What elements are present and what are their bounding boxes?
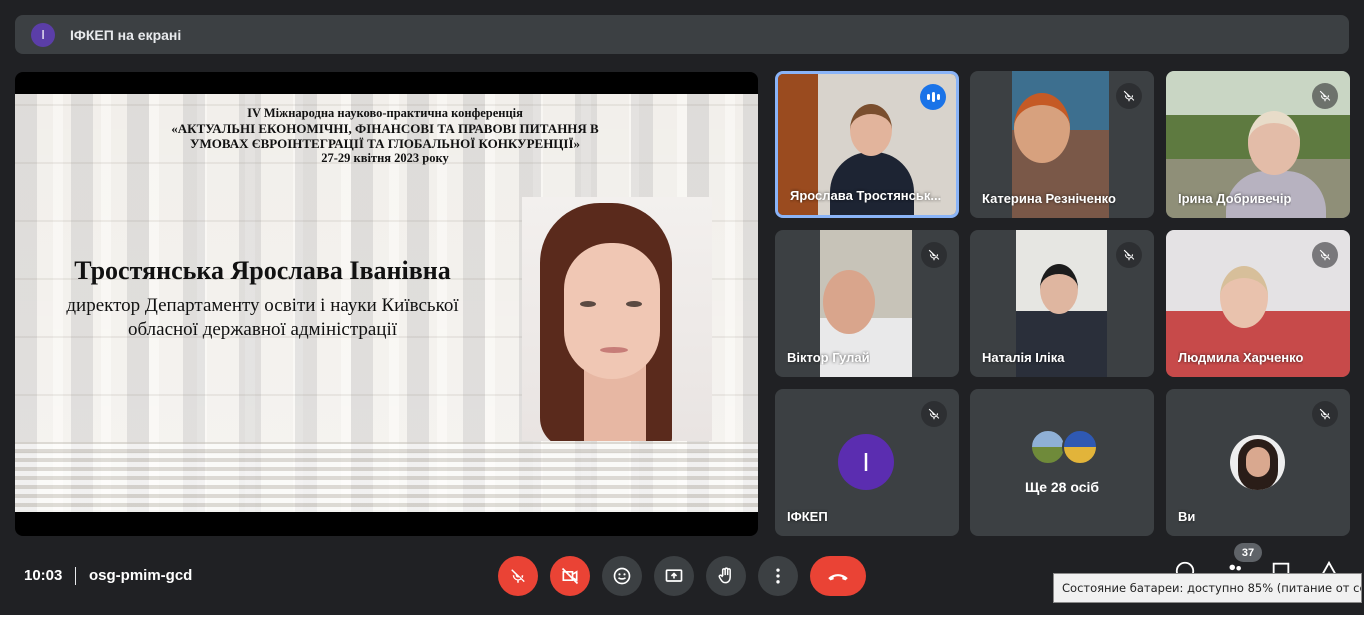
speaker-photo bbox=[522, 197, 712, 441]
participant-avatar: І bbox=[838, 434, 894, 490]
meeting-code: osg-pmim-gcd bbox=[89, 567, 193, 584]
speaker-position-line-1: директор Департаменту освіти і науки Киї… bbox=[66, 295, 459, 316]
camera-toggle-button[interactable] bbox=[550, 556, 590, 596]
mic-off-icon bbox=[1312, 83, 1338, 109]
camera-off-icon bbox=[561, 567, 579, 585]
conference-line-2: «АКТУАЛЬНІ ЕКОНОМІЧНІ, ФІНАНСОВІ ТА ПРАВ… bbox=[171, 121, 599, 136]
speaker-position-line-2: обласної державної адміністрації bbox=[127, 319, 398, 340]
speaking-indicator-icon bbox=[920, 84, 946, 110]
clock: 10:03 bbox=[24, 567, 63, 584]
participant-name: Наталія Іліка bbox=[982, 350, 1065, 365]
participant-tile[interactable]: Катерина Резніченко bbox=[970, 71, 1154, 218]
participant-name: Ви bbox=[1178, 509, 1196, 524]
raise-hand-icon bbox=[718, 567, 731, 584]
conference-dates: 27-29 квітня 2023 року bbox=[321, 151, 449, 165]
presentation-stage[interactable]: IV Міжнародна науково-практична конферен… bbox=[15, 72, 758, 536]
conference-line-1: IV Міжнародна науково-практична конферен… bbox=[247, 106, 523, 120]
present-screen-button[interactable] bbox=[654, 556, 694, 596]
slide-background-stairs bbox=[15, 442, 758, 512]
present-icon bbox=[665, 569, 683, 582]
people-count-badge: 37 bbox=[1234, 543, 1262, 562]
participant-name: Катерина Резніченко bbox=[982, 191, 1116, 206]
participant-tile[interactable]: Ярослава Тростянськ... bbox=[775, 71, 959, 218]
presenting-banner[interactable]: І ІФКЕП на екрані bbox=[15, 15, 1349, 54]
emoji-icon bbox=[613, 567, 631, 585]
person-head bbox=[823, 270, 875, 334]
presenter-avatar: І bbox=[31, 22, 55, 47]
mic-off-icon bbox=[921, 401, 947, 427]
participant-tile[interactable]: Наталія Іліка bbox=[970, 230, 1154, 377]
person-head bbox=[1248, 111, 1300, 175]
hang-up-icon bbox=[828, 574, 848, 581]
speaker-name: Тростянська Ярослава Іванівна bbox=[74, 256, 451, 285]
participant-name: Ярослава Тростянськ... bbox=[790, 188, 942, 203]
participant-tile[interactable]: Людмила Харченко bbox=[1166, 230, 1350, 377]
photo-eye bbox=[580, 301, 596, 307]
mic-off-icon bbox=[1116, 83, 1142, 109]
participant-name: Ірина Добривечір bbox=[1178, 191, 1292, 206]
emoji-button[interactable] bbox=[602, 556, 642, 596]
presentation-slide: IV Міжнародна науково-практична конферен… bbox=[15, 94, 758, 512]
person-head bbox=[850, 104, 892, 156]
more-participants-avatars bbox=[1030, 429, 1102, 465]
participant-name: ІФКЕП bbox=[787, 509, 828, 524]
mic-toggle-button[interactable] bbox=[498, 556, 538, 596]
raise-hand-button[interactable] bbox=[706, 556, 746, 596]
participant-tile[interactable]: Віктор Гулай bbox=[775, 230, 959, 377]
mic-off-icon bbox=[511, 569, 525, 583]
participant-tile[interactable]: І ІФКЕП bbox=[775, 389, 959, 536]
person-body bbox=[830, 152, 914, 215]
self-tile[interactable]: Ви bbox=[1166, 389, 1350, 536]
person-head bbox=[1040, 264, 1078, 314]
divider bbox=[75, 567, 76, 585]
participant-tile[interactable]: Ірина Добривечір bbox=[1166, 71, 1350, 218]
more-participants-label: Ще 28 осіб bbox=[1024, 479, 1100, 495]
participant-name: Віктор Гулай bbox=[787, 350, 870, 365]
person-head bbox=[1220, 266, 1268, 328]
photo-eye bbox=[626, 301, 642, 307]
mic-off-icon bbox=[1312, 242, 1338, 268]
photo-mouth bbox=[600, 347, 628, 353]
presenting-label: ІФКЕП на екрані bbox=[70, 26, 182, 43]
more-participants-tile[interactable]: Ще 28 осіб bbox=[970, 389, 1154, 536]
conference-title: IV Міжнародна науково-практична конферен… bbox=[135, 106, 635, 166]
leave-call-button[interactable] bbox=[810, 556, 866, 596]
participant-thumbnail bbox=[1062, 429, 1098, 465]
mic-off-icon bbox=[921, 242, 947, 268]
participant-thumbnail bbox=[1030, 429, 1066, 465]
more-options-button[interactable] bbox=[758, 556, 798, 596]
participant-name: Людмила Харченко bbox=[1178, 350, 1304, 365]
photo-face bbox=[564, 243, 660, 379]
self-avatar bbox=[1230, 435, 1285, 490]
conference-line-3: УМОВАХ ЄВРОІНТЕГРАЦІЇ ТА ГЛОБАЛЬНОЇ КОНК… bbox=[189, 136, 581, 151]
battery-tooltip: Состояние батареи: доступно 85% (питание… bbox=[1053, 573, 1362, 603]
person-head bbox=[1014, 93, 1070, 163]
mic-off-icon bbox=[1312, 401, 1338, 427]
more-icon bbox=[776, 568, 780, 584]
speaker-position: директор Департаменту освіти і науки Киї… bbox=[35, 294, 490, 342]
mic-off-icon bbox=[1116, 242, 1142, 268]
